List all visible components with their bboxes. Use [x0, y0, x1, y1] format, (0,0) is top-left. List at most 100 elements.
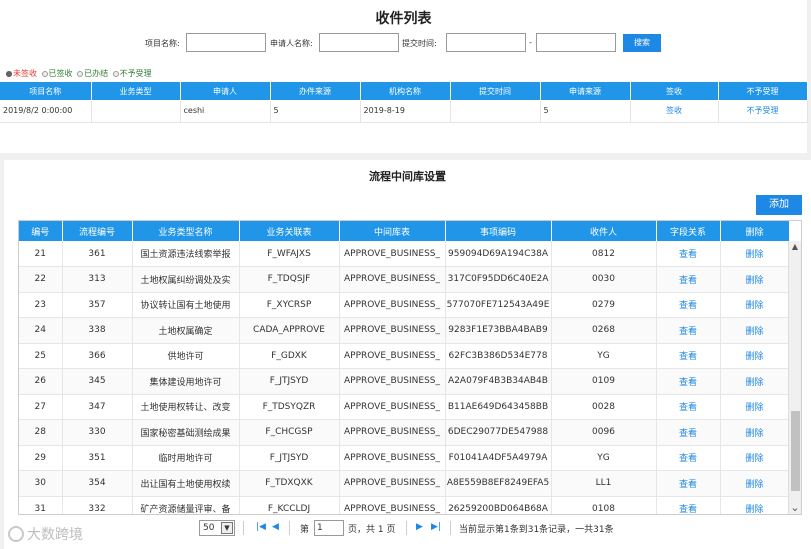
cell-recipient: 0812: [551, 241, 657, 267]
cell-biz-type-name: 集体建设用地许可: [132, 368, 240, 395]
submit-time-from-input[interactable]: [446, 33, 526, 52]
divider: [243, 521, 244, 535]
delete-link[interactable]: 删除: [745, 480, 763, 490]
col-flow-id: 流程编号: [62, 221, 133, 241]
cell-id: 26: [19, 368, 63, 395]
cell-item-code: 959094D69A194C38A: [445, 241, 552, 267]
cell-item-code: 577070FE712543A49E: [445, 292, 552, 318]
cell-biz-table: F_TDSYQZR: [239, 394, 340, 420]
col-reject: 不予受理: [718, 82, 808, 100]
cell-mid-table: APPROVE_BUSINESS_: [339, 445, 446, 471]
cell-biz-type-name: 国家秘密基础测绘成果: [132, 419, 240, 446]
last-page-icon[interactable]: ▶|: [431, 522, 441, 532]
view-link[interactable]: 查看: [679, 505, 697, 514]
cell-item-code: 62FC3B386D534E778: [445, 343, 552, 369]
view-link[interactable]: 查看: [679, 250, 697, 260]
view-link[interactable]: 查看: [679, 352, 697, 362]
delete-link[interactable]: 删除: [745, 250, 763, 260]
cell-mid-table: APPROVE_BUSINESS_: [339, 266, 446, 293]
prev-page-icon[interactable]: ◀: [272, 522, 279, 532]
page-prefix: 第: [300, 525, 310, 535]
view-link[interactable]: 查看: [679, 301, 697, 311]
scrollbar-thumb[interactable]: [791, 411, 800, 491]
view-link[interactable]: 查看: [679, 276, 697, 286]
filter-completed[interactable]: 已办结: [77, 68, 108, 79]
view-link[interactable]: 查看: [679, 378, 697, 388]
view-link[interactable]: 查看: [679, 429, 697, 439]
cell-recipient: 0028: [551, 394, 657, 420]
applicant-name-input[interactable]: [319, 33, 399, 52]
filter-signed[interactable]: 已签收: [41, 68, 73, 79]
chevron-up-icon[interactable]: ▲: [789, 241, 801, 253]
cell-field-relation: 查看: [656, 470, 721, 497]
cell-recipient: 0030: [551, 266, 657, 293]
cell-biz-type-name: 出让国有土地使用权续: [132, 470, 240, 497]
cell-biz-table: F_JTJSYD: [239, 368, 340, 395]
record-summary: 当前显示第1条到31条记录，一共31条: [459, 525, 614, 535]
vertical-scrollbar[interactable]: ▲ ⌄: [788, 241, 801, 514]
project-name-input[interactable]: [186, 33, 266, 52]
cell-id: 21: [19, 241, 63, 267]
cell-recipient: 0108: [551, 496, 657, 514]
cell-biz-table: F_TDXQXK: [239, 470, 340, 497]
col-project: 项目名称: [0, 82, 92, 100]
delete-link[interactable]: 删除: [745, 505, 763, 514]
cell-mid-table: APPROVE_BUSINESS_: [339, 470, 446, 497]
section-title: 流程中间库设置: [369, 170, 446, 183]
page: 收件列表 项目名称: 申请人名称: 提交时间: - 搜索 未签收 已签收 已办结…: [0, 0, 811, 549]
page-number-input[interactable]: 1: [314, 520, 344, 536]
col-biz-type-name: 业务类型名称: [132, 221, 240, 241]
view-link[interactable]: 查看: [679, 480, 697, 490]
cell-field-relation: 查看: [656, 445, 721, 471]
cell-delete: 删除: [720, 266, 790, 293]
chevron-down-icon: ▼: [221, 522, 233, 534]
cell-recipient: YG: [551, 445, 657, 471]
cell-flow-id: 357: [62, 292, 133, 318]
delete-link[interactable]: 删除: [745, 352, 763, 362]
flow-table: 编号 流程编号 业务类型名称 业务关联表 中间库表 事项编码 收件人 字段关系 …: [19, 221, 790, 514]
reject-link[interactable]: 不予受理: [747, 106, 779, 115]
cell-field-relation: 查看: [656, 419, 721, 446]
cell-biz-type-name: 土地权属纠纷调处及实: [132, 266, 240, 293]
search-button[interactable]: 搜索: [623, 34, 661, 52]
delete-link[interactable]: 删除: [745, 327, 763, 337]
cell-biz-table: F_WFAJXS: [239, 241, 340, 267]
sign-link[interactable]: 签收: [666, 106, 682, 115]
table-row: 30 354 出让国有土地使用权续 F_TDXQXK APPROVE_BUSINESS_…: [19, 470, 790, 497]
submit-time-to-input[interactable]: [536, 33, 616, 52]
cell-id: 29: [19, 445, 63, 471]
delete-link[interactable]: 删除: [745, 301, 763, 311]
delete-link[interactable]: 删除: [745, 454, 763, 464]
cell-reject: 不予受理: [718, 100, 808, 123]
divider: [406, 521, 407, 535]
first-page-icon[interactable]: |◀: [256, 522, 266, 532]
col-apply-source: 申请来源: [540, 82, 631, 100]
page-size-select[interactable]: 50 ▼: [199, 520, 235, 536]
cell-delete: 删除: [720, 496, 790, 514]
delete-link[interactable]: 删除: [745, 429, 763, 439]
view-link[interactable]: 查看: [679, 454, 697, 464]
delete-link[interactable]: 删除: [745, 378, 763, 388]
cell-delete: 删除: [720, 292, 790, 318]
cell-item-code: 9283F1E73BBA4BAB9: [445, 317, 552, 344]
delete-link[interactable]: 删除: [745, 276, 763, 286]
table-row: 26 345 集体建设用地许可 F_JTJSYD APPROVE_BUSINESS_ A2…: [19, 368, 790, 395]
cell-field-relation: 查看: [656, 496, 721, 514]
search-bar: 项目名称: 申请人名称: 提交时间: - 搜索: [0, 33, 807, 53]
filter-rejected[interactable]: 不予受理: [112, 68, 152, 79]
view-link[interactable]: 查看: [679, 327, 697, 337]
filter-unsigned[interactable]: 未签收: [6, 68, 37, 79]
add-button[interactable]: 添加: [756, 195, 802, 215]
cell-biz-table: F_XYCRSP: [239, 292, 340, 318]
cell-field-relation: 查看: [656, 317, 721, 344]
col-biz-table: 业务关联表: [239, 221, 340, 241]
radio-icon: [112, 71, 119, 77]
view-link[interactable]: 查看: [679, 403, 697, 413]
next-page-icon[interactable]: ▶: [416, 522, 423, 532]
cell-field-relation: 查看: [656, 292, 721, 318]
chevron-down-icon[interactable]: ⌄: [789, 502, 801, 514]
page-title: 收件列表: [375, 11, 432, 27]
cell-field-relation: 查看: [656, 241, 721, 267]
applicant-label: 申请人名称:: [270, 39, 313, 48]
delete-link[interactable]: 删除: [745, 403, 763, 413]
